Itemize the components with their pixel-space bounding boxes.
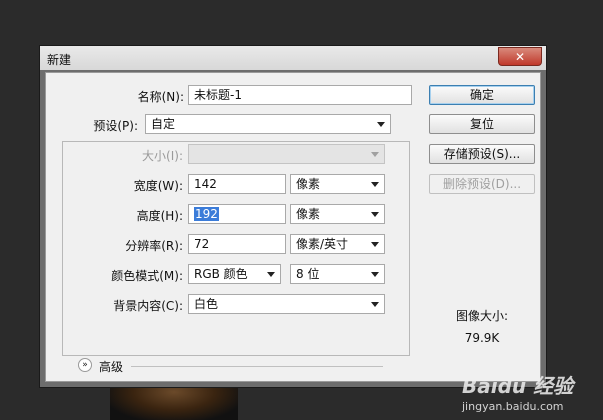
resolution-value: 72 <box>194 237 210 251</box>
resolution-input[interactable]: 72 <box>188 234 286 254</box>
height-input[interactable]: 192 <box>188 204 286 224</box>
chevron-down-icon <box>371 302 379 307</box>
width-label: 宽度(W): <box>133 179 183 193</box>
preset-value: 自定 <box>151 117 176 131</box>
dialog-title: 新建 <box>47 53 72 67</box>
watermark-url: jingyan.baidu.com <box>462 400 564 413</box>
watermark-brand: Baidu 经验 <box>462 374 574 398</box>
width-unit-value: 像素 <box>296 177 321 191</box>
chevron-down-icon <box>371 182 379 187</box>
reset-button[interactable]: 复位 <box>429 114 535 134</box>
advanced-divider <box>131 366 383 367</box>
name-input[interactable]: 未标题-1 <box>188 85 412 105</box>
width-input[interactable]: 142 <box>188 174 286 194</box>
size-select[interactable] <box>188 144 385 164</box>
name-value: 未标题-1 <box>194 88 242 102</box>
height-unit-select[interactable]: 像素 <box>290 204 385 224</box>
new-document-dialog: 新建 ✕ 名称(N): 未标题-1 预设(P): 自定 大小(I): 宽度(W)… <box>39 45 547 388</box>
background-value: 白色 <box>194 297 219 311</box>
ok-button[interactable]: 确定 <box>429 85 535 105</box>
chevron-down-icon <box>371 242 379 247</box>
color-mode-value: RGB 颜色 <box>194 267 248 281</box>
bit-depth-value: 8 位 <box>296 267 320 281</box>
resolution-label: 分辨率(R): <box>125 239 183 253</box>
name-label: 名称(N): <box>137 90 184 104</box>
resolution-unit-select[interactable]: 像素/英寸 <box>290 234 385 254</box>
background-select[interactable]: 白色 <box>188 294 385 314</box>
dialog-titlebar[interactable]: 新建 ✕ <box>40 46 546 70</box>
chevron-down-icon <box>371 152 379 157</box>
color-mode-label: 颜色模式(M): <box>111 269 183 283</box>
baidu-watermark: Baidu 经验 jingyan.baidu.com <box>462 370 602 420</box>
preset-select[interactable]: 自定 <box>145 114 391 134</box>
height-unit-value: 像素 <box>296 207 321 221</box>
chevron-down-icon <box>371 212 379 217</box>
height-label: 高度(H): <box>136 209 183 223</box>
resolution-unit-value: 像素/英寸 <box>296 237 349 251</box>
delete-preset-button[interactable]: 删除预设(D)... <box>429 174 535 194</box>
chevron-down-icon <box>371 272 379 277</box>
chevron-down-icon <box>377 122 385 127</box>
height-value: 192 <box>194 207 219 221</box>
color-mode-select[interactable]: RGB 颜色 <box>188 264 281 284</box>
width-unit-select[interactable]: 像素 <box>290 174 385 194</box>
canvas-preview-image <box>110 385 238 420</box>
bit-depth-select[interactable]: 8 位 <box>290 264 385 284</box>
width-value: 142 <box>194 177 217 191</box>
image-size-label: 图像大小: <box>455 309 509 323</box>
chevron-down-icon <box>267 272 275 277</box>
dialog-content: 名称(N): 未标题-1 预设(P): 自定 大小(I): 宽度(W): 142… <box>45 72 541 382</box>
close-icon: ✕ <box>514 50 526 64</box>
image-size-value: 79.9K <box>464 331 500 345</box>
background-label: 背景内容(C): <box>113 299 183 313</box>
expand-advanced-icon[interactable]: » <box>78 358 92 372</box>
close-button[interactable]: ✕ <box>498 47 542 66</box>
save-preset-button[interactable]: 存储预设(S)... <box>429 144 535 164</box>
size-label: 大小(I): <box>142 149 183 163</box>
advanced-label[interactable]: 高级 <box>99 358 123 375</box>
preset-label: 预设(P): <box>93 119 138 133</box>
